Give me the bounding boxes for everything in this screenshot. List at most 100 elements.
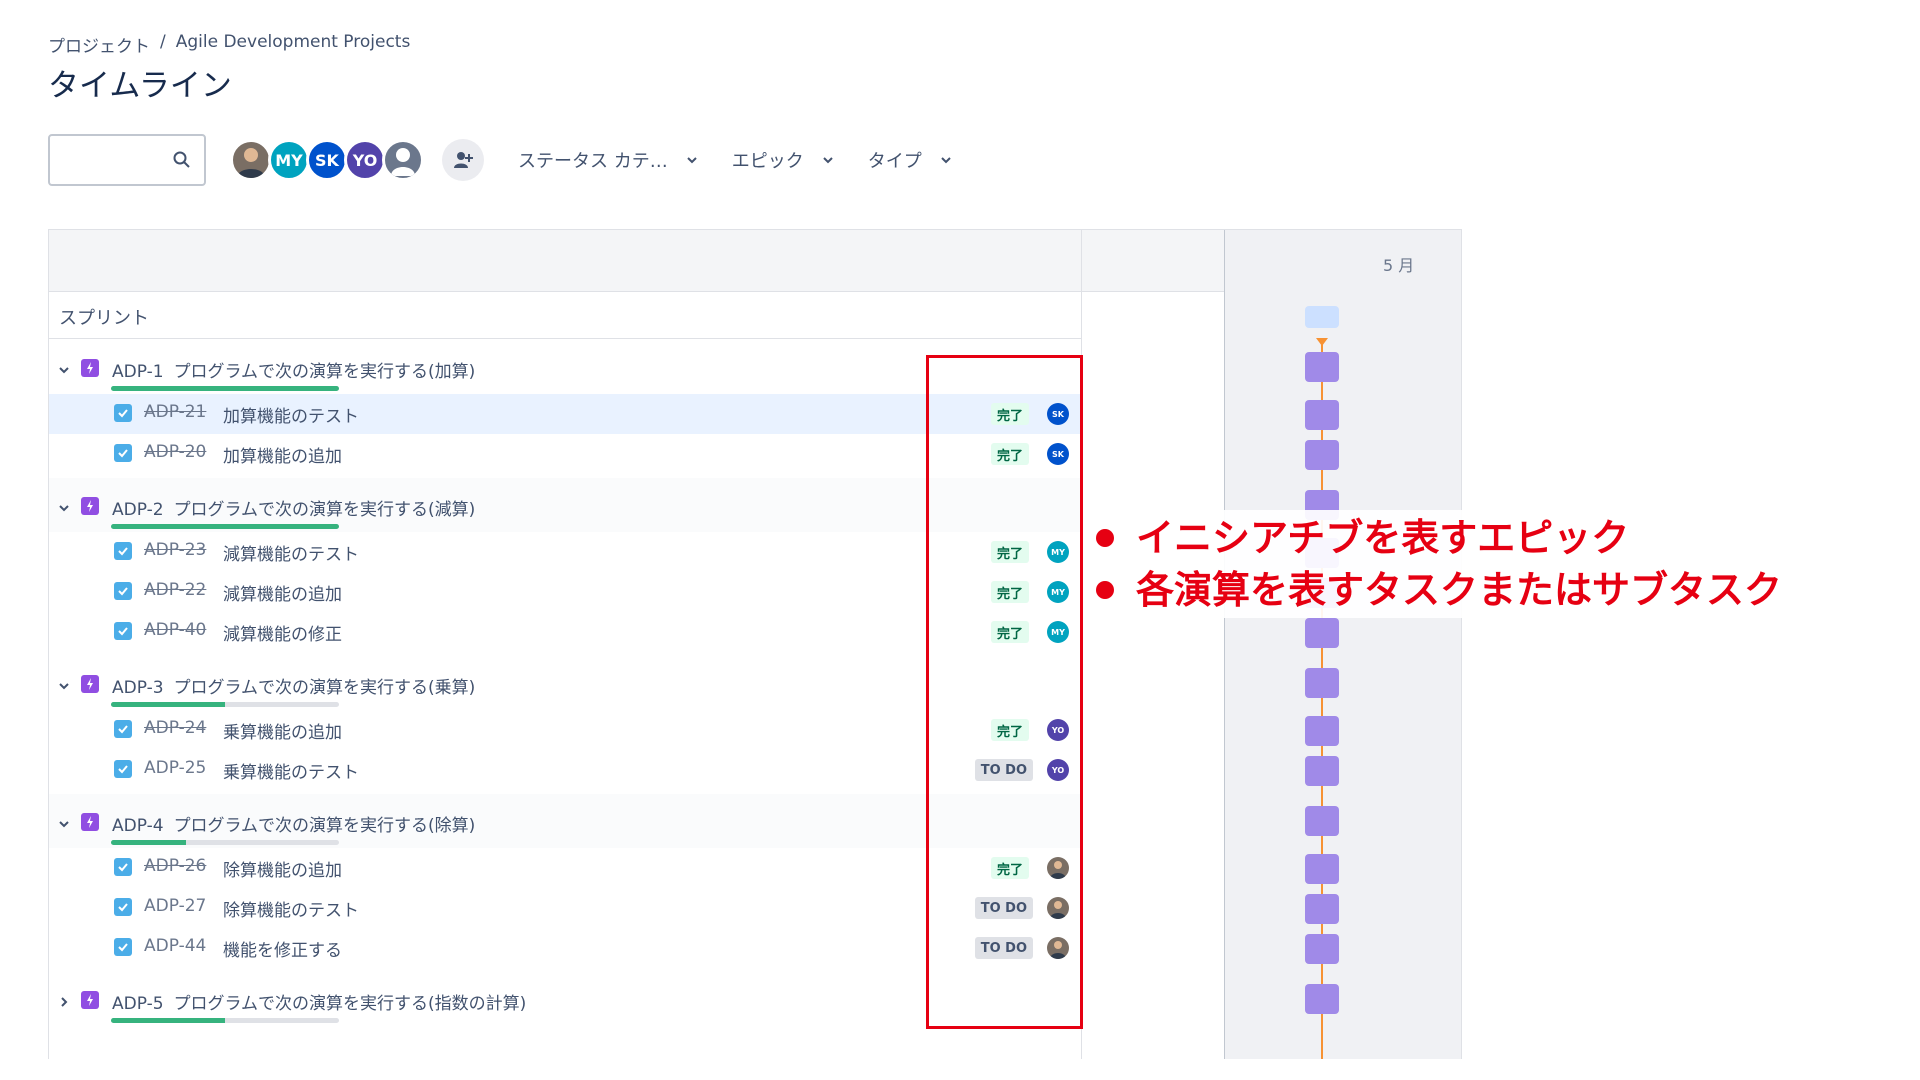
- annotation-line-1: イニシアチブを表すエピック: [1096, 512, 1782, 564]
- task-title[interactable]: 乗算機能の追加: [223, 718, 342, 743]
- task-title[interactable]: 減算機能の追加: [223, 580, 342, 605]
- avatar[interactable]: MY: [268, 139, 310, 181]
- task-timeline-bar[interactable]: [1305, 934, 1339, 964]
- task-key[interactable]: ADP-44: [144, 936, 206, 956]
- sprint-row: スプリント: [49, 292, 1081, 339]
- task-type-icon: [114, 898, 132, 916]
- task-type-icon: [114, 444, 132, 462]
- breadcrumb-separator: /: [160, 32, 166, 52]
- task-title[interactable]: 加算機能のテスト: [223, 402, 359, 427]
- epic-icon: [81, 359, 99, 377]
- task-type-icon: [114, 858, 132, 876]
- epic-key: ADP-4: [112, 816, 164, 836]
- epic-summary: プログラムで次の演算を実行する(減算): [173, 500, 476, 520]
- chevron-down-icon[interactable]: [57, 678, 71, 692]
- task-type-icon: [114, 542, 132, 560]
- task-title[interactable]: 除算機能のテスト: [223, 896, 359, 921]
- annotation: イニシアチブを表すエピック 各演算を表すタスクまたはサブタスク: [1088, 510, 1791, 618]
- person-photo-icon: [237, 148, 265, 178]
- task-title[interactable]: 機能を修正する: [223, 936, 342, 961]
- epic-progress-bar: [111, 386, 339, 391]
- epic-icon: [81, 991, 99, 1009]
- task-timeline-bar[interactable]: [1305, 894, 1339, 924]
- breadcrumb-project-link[interactable]: Agile Development Projects: [176, 32, 411, 57]
- epic-key: ADP-5: [112, 994, 164, 1014]
- chevron-right-icon[interactable]: [57, 994, 71, 1008]
- epic-title[interactable]: ADP-5 プログラムで次の演算を実行する(指数の計算): [112, 989, 526, 1014]
- column-divider: [1224, 230, 1225, 1059]
- task-title[interactable]: 乗算機能のテスト: [223, 758, 359, 783]
- annotation-text-2: 各演算を表すタスクまたはサブタスク: [1136, 568, 1783, 612]
- epic-timeline-bar[interactable]: [1305, 668, 1339, 698]
- epic-timeline-bar[interactable]: [1305, 806, 1339, 836]
- task-type-icon: [114, 720, 132, 738]
- chevron-down-icon[interactable]: [57, 816, 71, 830]
- task-timeline-bar[interactable]: [1305, 440, 1339, 470]
- epic-summary: プログラムで次の演算を実行する(指数の計算): [173, 994, 527, 1014]
- task-timeline-bar[interactable]: [1305, 756, 1339, 786]
- breadcrumb-projects-link[interactable]: プロジェクト: [48, 32, 150, 57]
- search-input[interactable]: [48, 134, 206, 186]
- month-label: 5 月: [1383, 256, 1415, 275]
- epic-timeline-bar[interactable]: [1305, 984, 1339, 1014]
- status-category-filter-label: ステータス カテ…: [518, 151, 668, 172]
- epic-progress-bar: [111, 524, 339, 529]
- epic-title[interactable]: ADP-2 プログラムで次の演算を実行する(減算): [112, 495, 475, 520]
- task-timeline-bar[interactable]: [1305, 400, 1339, 430]
- toolbar: MY SK YO ステータス カテ… エピック タイプ: [48, 134, 952, 186]
- epic-icon: [81, 813, 99, 831]
- task-type-icon: [114, 404, 132, 422]
- type-filter[interactable]: タイプ: [868, 147, 952, 173]
- column-divider: [1461, 230, 1462, 1059]
- type-filter-label: タイプ: [867, 151, 922, 172]
- epic-progress-bar: [111, 1018, 339, 1023]
- task-timeline-bar[interactable]: [1305, 618, 1339, 648]
- task-key[interactable]: ADP-21: [144, 402, 206, 422]
- bullet-icon: [1096, 529, 1114, 547]
- task-key[interactable]: ADP-24: [144, 718, 206, 738]
- search-icon: [173, 151, 190, 168]
- task-title[interactable]: 減算機能のテスト: [223, 540, 359, 565]
- epic-filter-label: エピック: [731, 151, 804, 172]
- task-title[interactable]: 加算機能の追加: [223, 442, 342, 467]
- epic-title[interactable]: ADP-1 プログラムで次の演算を実行する(加算): [112, 357, 475, 382]
- epic-icon: [81, 675, 99, 693]
- epic-key: ADP-3: [112, 678, 164, 698]
- sprint-label: スプリント: [59, 308, 149, 329]
- task-key[interactable]: ADP-20: [144, 442, 206, 462]
- avatar[interactable]: [382, 139, 424, 181]
- task-title[interactable]: 減算機能の修正: [223, 620, 342, 645]
- epic-timeline-bar[interactable]: [1305, 352, 1339, 382]
- epic-progress-fill: [111, 840, 187, 845]
- chevron-down-icon: [941, 157, 951, 164]
- epic-title[interactable]: ADP-4 プログラムで次の演算を実行する(除算): [112, 811, 475, 836]
- task-title[interactable]: 除算機能の追加: [223, 856, 342, 881]
- epic-icon: [81, 497, 99, 515]
- task-key[interactable]: ADP-23: [144, 540, 206, 560]
- task-key[interactable]: ADP-27: [144, 896, 206, 916]
- annotation-text-1: イニシアチブを表すエピック: [1136, 516, 1630, 560]
- epic-key: ADP-1: [112, 362, 164, 382]
- epic-summary: プログラムで次の演算を実行する(加算): [173, 362, 476, 382]
- task-key[interactable]: ADP-25: [144, 758, 206, 778]
- task-key[interactable]: ADP-22: [144, 580, 206, 600]
- task-timeline-bar[interactable]: [1305, 716, 1339, 746]
- task-timeline-bar[interactable]: [1305, 854, 1339, 884]
- avatar[interactable]: YO: [344, 139, 386, 181]
- assignee-filter-avatars: MY SK YO: [230, 139, 424, 181]
- sprint-chip[interactable]: [1305, 306, 1339, 328]
- chevron-down-icon[interactable]: [57, 362, 71, 376]
- timeline-grid: 5 月 スプリント ADP-1 プログラムで次の演算を実行する(加算) ADP-21…: [48, 229, 1462, 1059]
- avatar[interactable]: [230, 139, 272, 181]
- epic-progress-bar: [111, 840, 339, 845]
- month-column: [1225, 230, 1461, 1059]
- epic-filter[interactable]: エピック: [732, 147, 834, 173]
- epic-title[interactable]: ADP-3 プログラムで次の演算を実行する(乗算): [112, 673, 475, 698]
- status-category-filter[interactable]: ステータス カテ…: [518, 147, 698, 173]
- avatar[interactable]: SK: [306, 139, 348, 181]
- task-key[interactable]: ADP-40: [144, 620, 206, 640]
- task-key[interactable]: ADP-26: [144, 856, 206, 876]
- task-type-icon: [114, 582, 132, 600]
- add-people-button[interactable]: [442, 139, 484, 181]
- chevron-down-icon[interactable]: [57, 500, 71, 514]
